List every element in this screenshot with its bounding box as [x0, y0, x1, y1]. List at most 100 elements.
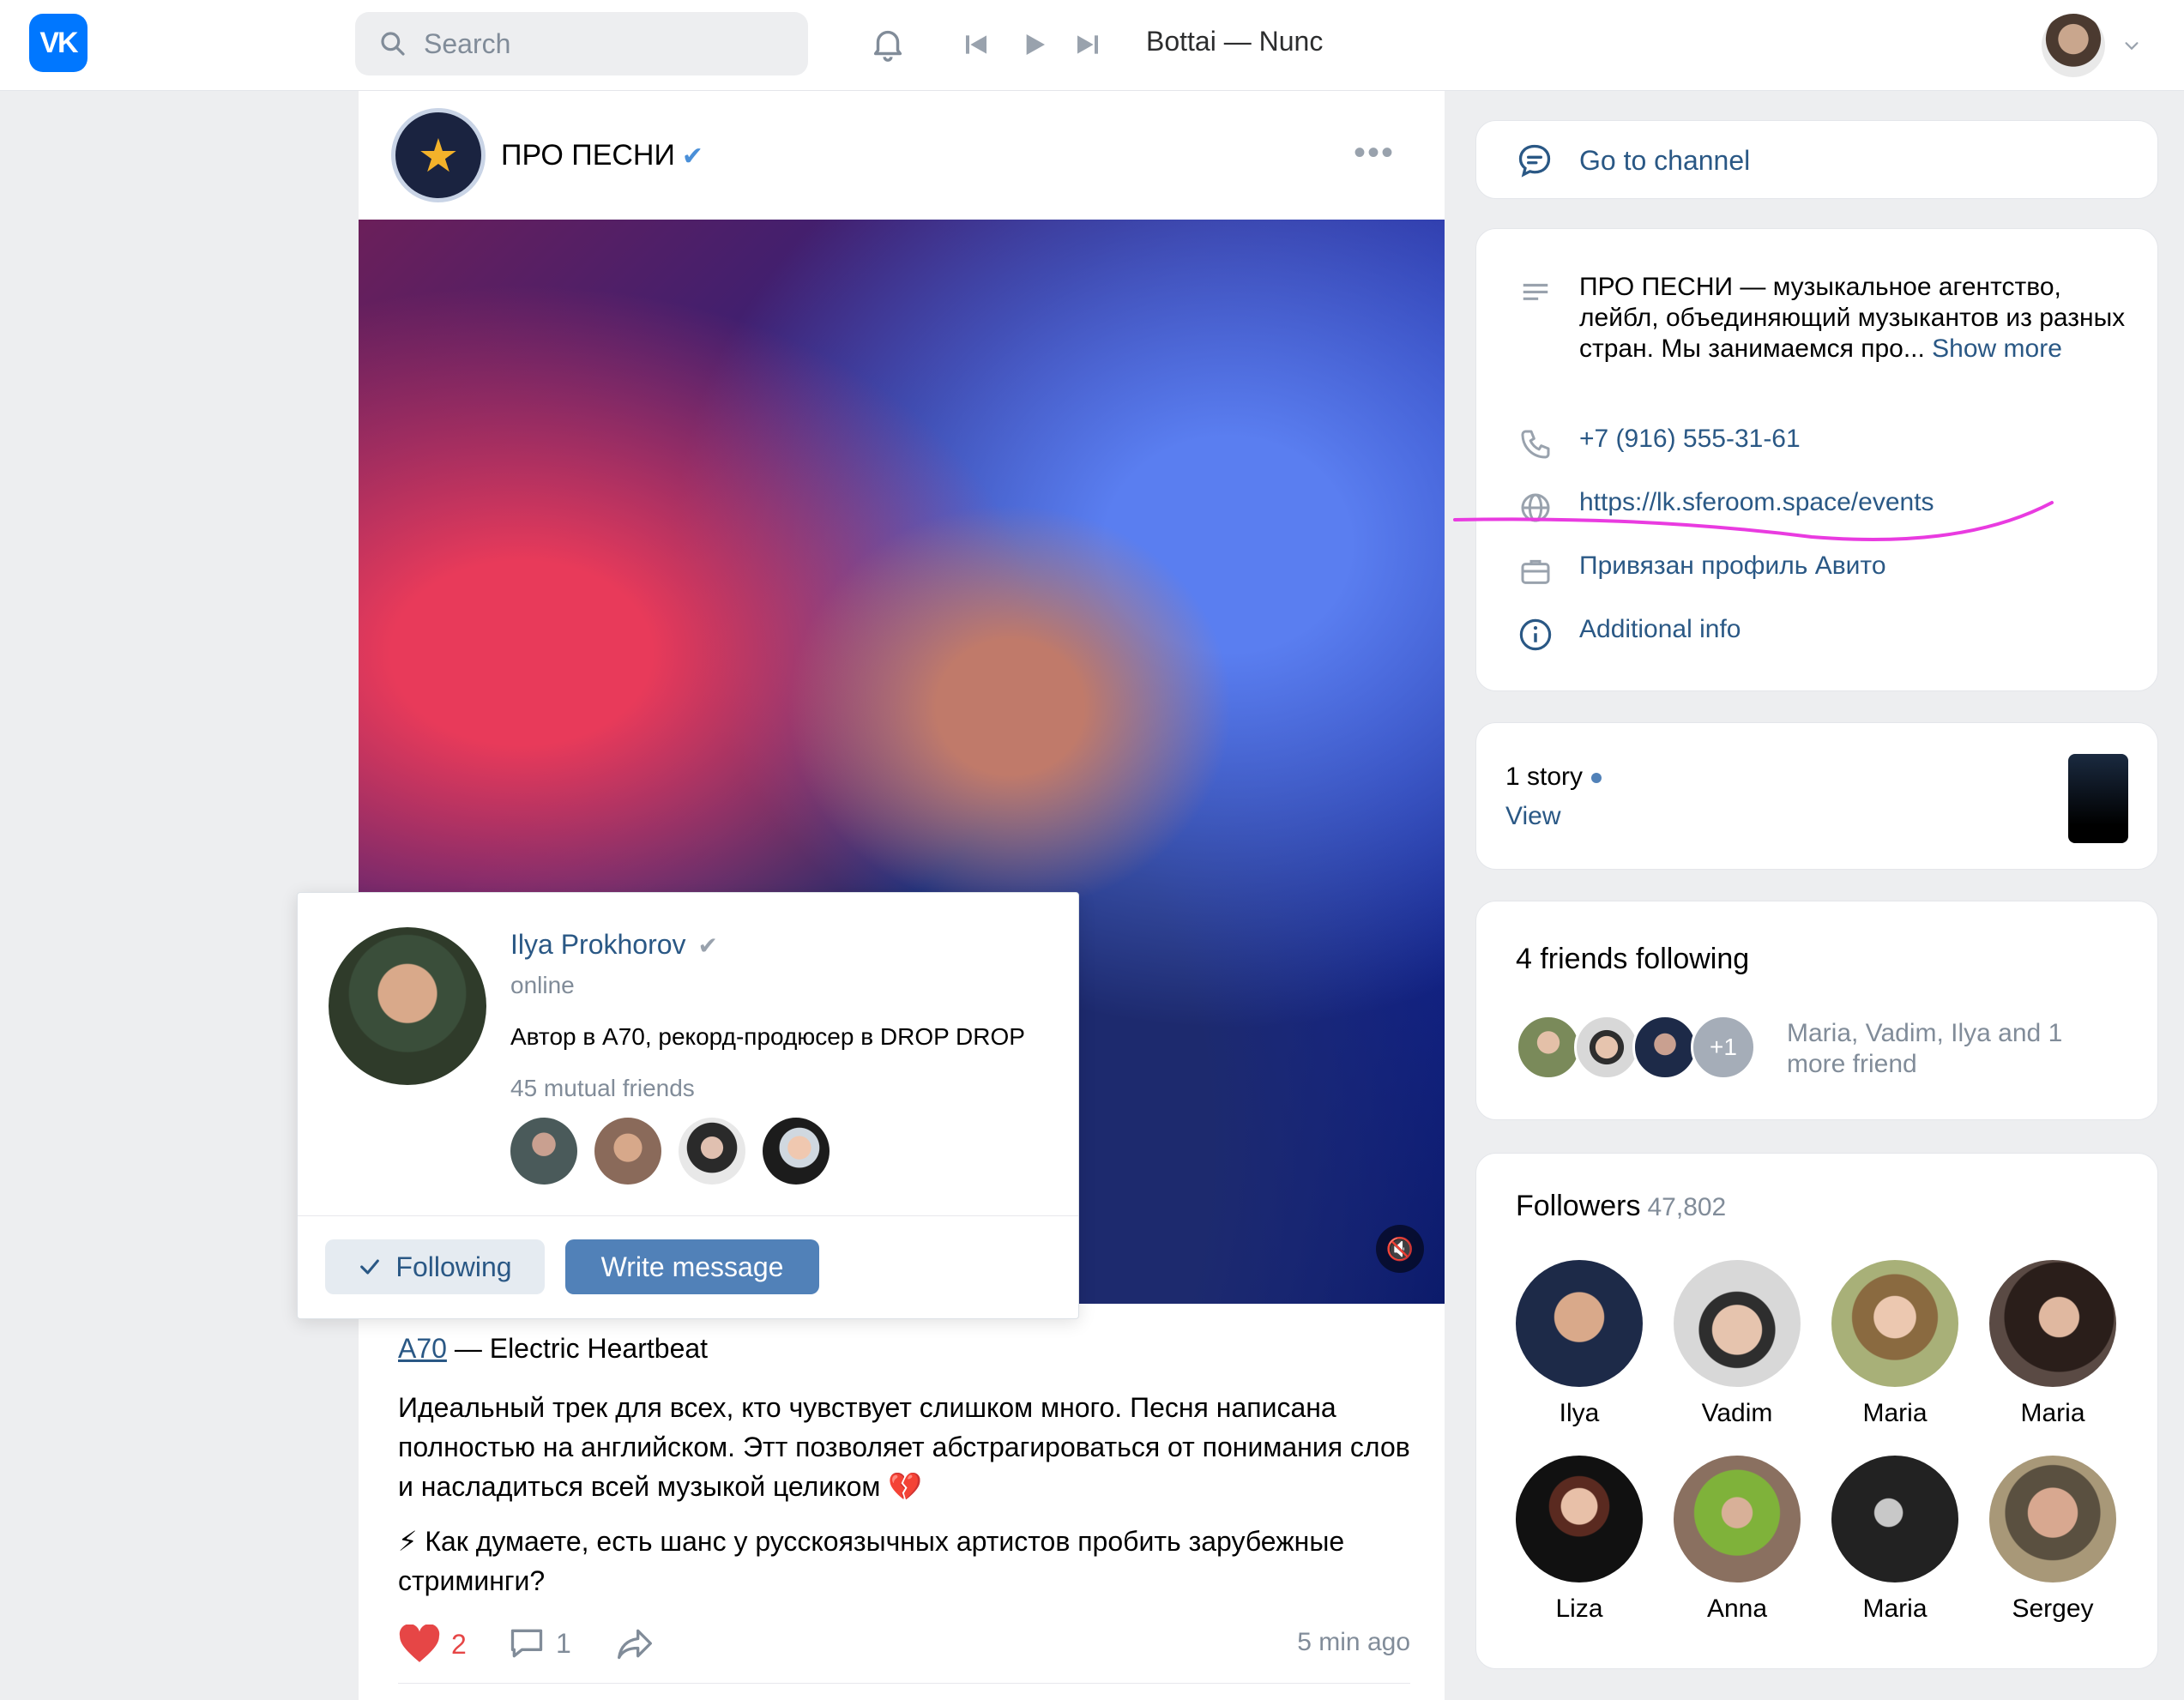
avatar[interactable] — [679, 1118, 745, 1185]
chevron-down-icon[interactable] — [2119, 33, 2145, 58]
follower-item[interactable]: Maria — [1831, 1260, 1958, 1428]
stories-count: 1 story — [1505, 763, 1602, 792]
avatar[interactable] — [1674, 1456, 1801, 1582]
additional-info-link[interactable]: Additional info — [1579, 615, 1741, 644]
post-time[interactable]: 5 min ago — [1297, 1628, 1410, 1657]
follower-name[interactable]: Vadim — [1702, 1399, 1773, 1428]
follower-item[interactable]: Liza — [1516, 1456, 1643, 1624]
avatar[interactable] — [1831, 1260, 1958, 1387]
popup-user-name-text[interactable]: Ilya Prokhorov — [510, 929, 686, 960]
share-icon — [618, 1629, 652, 1660]
avatar[interactable] — [763, 1118, 830, 1185]
briefcase-icon — [1516, 552, 1555, 591]
followers-card: Followers 47,802 Ilya Vadim Maria Maria L… — [1475, 1153, 2158, 1669]
avito-row[interactable]: Привязан профиль Авито — [1516, 552, 1886, 591]
friends-following-card: 4 friends following +1 Maria, Vadim, Ily… — [1475, 901, 2158, 1120]
channel-description: ПРО ПЕСНИ — музыкальное агентство, лейбл… — [1579, 272, 2128, 365]
avatar[interactable] — [1516, 1015, 1581, 1080]
show-more-link[interactable]: Show more — [1932, 335, 2062, 363]
online-status: online — [510, 972, 575, 998]
follower-name[interactable]: Maria — [1862, 1399, 1927, 1428]
share-button[interactable] — [614, 1625, 655, 1662]
like-count: 2 — [451, 1628, 467, 1660]
follower-item[interactable]: Vadim — [1674, 1260, 1801, 1428]
like-button[interactable]: 2 — [398, 1625, 467, 1664]
now-playing-title[interactable]: Bottai — Nunc — [1146, 26, 1323, 57]
highlight-underline-annotation — [1453, 501, 2054, 542]
additional-info-row[interactable]: Additional info — [1516, 615, 1741, 654]
search-box[interactable] — [355, 12, 808, 75]
avatar[interactable] — [1831, 1456, 1958, 1582]
view-stories-link[interactable]: View — [1505, 802, 1560, 831]
more-friends-badge[interactable]: +1 — [1691, 1015, 1756, 1080]
comment-button[interactable]: 1 — [508, 1625, 571, 1662]
channel-name[interactable]: ПРО ПЕСНИ ✔ — [501, 139, 703, 172]
avatar[interactable] — [1989, 1456, 2116, 1582]
heart-icon — [399, 1625, 440, 1662]
mute-icon[interactable]: 🔇 — [1376, 1225, 1424, 1273]
popup-bio: Автор в A70, рекорд-продюсер в DROP DROP — [510, 1023, 1025, 1050]
avito-profile-link[interactable]: Привязан профиль Авито — [1579, 552, 1886, 581]
avatar[interactable] — [1632, 1015, 1698, 1080]
post-paragraph: ⚡ Как думаете, есть шанс у русскоязычных… — [398, 1526, 1345, 1596]
follower-item[interactable]: Maria — [1989, 1260, 2116, 1428]
avatar[interactable] — [594, 1118, 661, 1185]
following-label: Following — [395, 1251, 512, 1282]
follower-item[interactable]: Ilya — [1516, 1260, 1643, 1428]
track-artist-link[interactable]: A70 — [398, 1333, 447, 1364]
avatar[interactable] — [1674, 1260, 1801, 1387]
post-actions: 2 1 5 min ago — [398, 1618, 1410, 1669]
follower-name[interactable]: Maria — [2020, 1399, 2084, 1428]
channel-info-card: ПРО ПЕСНИ — музыкальное агентство, лейбл… — [1475, 228, 2158, 691]
divider — [398, 1683, 1410, 1684]
go-to-channel-card[interactable]: Go to channel — [1475, 120, 2158, 199]
go-to-channel-label[interactable]: Go to channel — [1579, 145, 1750, 177]
more-options-icon[interactable]: ••• — [1354, 134, 1395, 172]
search-input[interactable] — [424, 27, 767, 60]
track-title: — Electric Heartbeat — [446, 1333, 709, 1364]
follower-item[interactable]: Sergey — [1989, 1456, 2116, 1624]
channel-avatar[interactable]: ★ — [391, 108, 486, 202]
post-header: ★ ПРО ПЕСНИ ✔ ••• — [391, 108, 1412, 202]
next-track-icon[interactable] — [1071, 26, 1105, 63]
user-avatar[interactable] — [2042, 14, 2105, 77]
avatar[interactable] — [510, 1118, 577, 1185]
phone-row[interactable]: +7 (916) 555-31-61 — [1516, 425, 1801, 464]
unread-dot — [1591, 773, 1602, 784]
chat-bubble-icon — [1516, 142, 1554, 184]
stories-count-text: 1 story — [1505, 763, 1584, 791]
popup-avatar[interactable] — [329, 927, 486, 1085]
followers-title[interactable]: Followers 47,802 — [1516, 1190, 1726, 1223]
follower-name[interactable]: Anna — [1707, 1595, 1767, 1624]
previous-track-icon[interactable] — [959, 26, 993, 63]
notifications-bell-icon[interactable] — [865, 21, 911, 67]
write-message-button[interactable]: Write message — [565, 1239, 819, 1294]
follower-name[interactable]: Liza — [1555, 1595, 1602, 1624]
play-icon[interactable] — [1017, 26, 1052, 63]
top-bar: VK Bottai — Nunc — [0, 0, 2184, 91]
story-thumbnail[interactable] — [2068, 754, 2128, 843]
channel-name-text[interactable]: ПРО ПЕСНИ — [501, 139, 675, 172]
phone-number[interactable]: +7 (916) 555-31-61 — [1579, 425, 1801, 454]
avatar[interactable] — [1516, 1260, 1643, 1387]
phone-icon — [1516, 425, 1555, 464]
follower-item[interactable]: Anna — [1674, 1456, 1801, 1624]
follower-name[interactable]: Sergey — [2012, 1595, 2093, 1624]
friends-following-title[interactable]: 4 friends following — [1516, 943, 1749, 976]
follower-name[interactable]: Ilya — [1560, 1399, 1600, 1428]
popup-user-name[interactable]: Ilya Prokhorov ✔ — [510, 929, 718, 961]
info-icon — [1516, 615, 1555, 654]
divider — [298, 1215, 1078, 1216]
followers-title-text[interactable]: Followers — [1516, 1190, 1640, 1222]
vk-logo[interactable]: VK — [29, 14, 87, 72]
avatar[interactable] — [1516, 1456, 1643, 1582]
avatar[interactable] — [1989, 1260, 2116, 1387]
follower-item[interactable]: Maria — [1831, 1456, 1958, 1624]
comment-count: 1 — [556, 1627, 571, 1659]
avatar[interactable] — [1574, 1015, 1639, 1080]
post-paragraph: Идеальный трек для всех, кто чувствует с… — [398, 1392, 1410, 1502]
followers-grid: Ilya Vadim Maria Maria Liza Anna Maria S… — [1516, 1260, 2120, 1624]
follower-name[interactable]: Maria — [1862, 1595, 1927, 1624]
following-button[interactable]: Following — [325, 1239, 545, 1294]
mutual-friends-link[interactable]: 45 mutual friends — [510, 1075, 695, 1102]
